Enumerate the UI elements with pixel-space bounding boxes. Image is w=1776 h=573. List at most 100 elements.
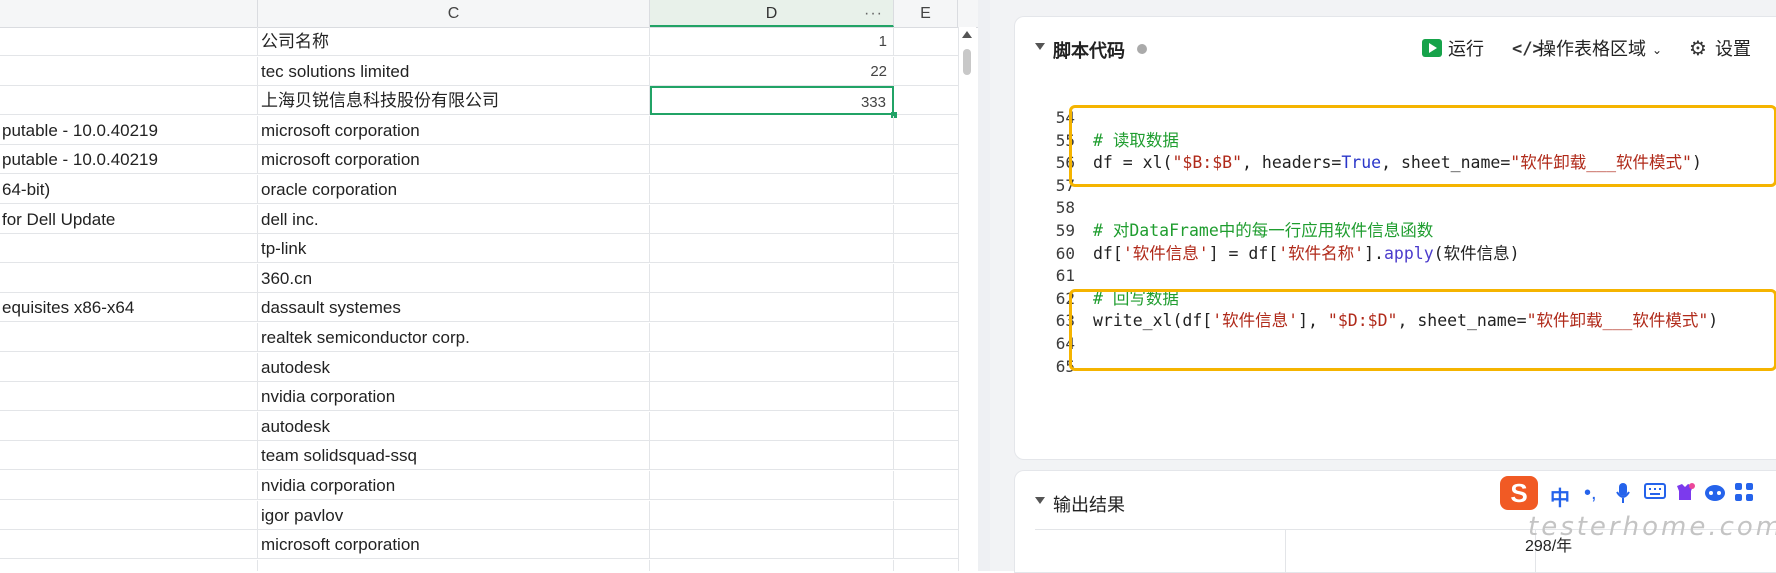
cell-b[interactable] (0, 234, 258, 264)
cell-b[interactable]: for Dell Update (0, 204, 258, 234)
cell-b[interactable]: 64-bit) (0, 175, 258, 204)
cell-d[interactable] (650, 471, 894, 500)
cell-b[interactable] (0, 382, 258, 412)
highlight-box-read (1069, 105, 1776, 187)
cell-b[interactable]: putable - 10.0.40219 (0, 115, 258, 145)
cell-c[interactable]: microsoft corporation (258, 115, 650, 145)
table-row: 64-bit) oracle corporation (0, 175, 975, 204)
cell-d[interactable] (650, 175, 894, 204)
cell-b[interactable] (0, 500, 258, 530)
column-header-b[interactable] (0, 0, 258, 27)
cell-d[interactable] (650, 234, 894, 264)
cell-b[interactable] (0, 56, 258, 86)
output-collapse-caret-icon[interactable] (1035, 497, 1045, 504)
play-icon (1422, 39, 1442, 57)
cell-d[interactable] (650, 145, 894, 175)
unsaved-dot-icon (1137, 44, 1147, 54)
cell-d[interactable] (650, 293, 894, 323)
line-number: 63 (1055, 311, 1075, 331)
output-price-text: 298/年 (1525, 538, 1573, 555)
line-number: 56 (1055, 153, 1075, 173)
robot-icon[interactable] (1704, 482, 1726, 508)
cell-c[interactable]: autodesk (258, 411, 650, 441)
panel-divider[interactable] (978, 0, 990, 571)
cell-c[interactable]: igor pavlov (258, 500, 650, 530)
ime-logo[interactable]: S (1500, 476, 1538, 510)
cell-b[interactable] (0, 323, 258, 352)
cell-d[interactable]: 22 (650, 56, 894, 86)
cell-c[interactable]: autodesk (258, 352, 650, 382)
cell-c[interactable]: dell inc. (258, 204, 650, 234)
ime-punct-toggle[interactable]: •, (1584, 482, 1597, 505)
cell-c[interactable] (258, 559, 650, 571)
column-header-e[interactable]: E (894, 0, 958, 27)
cell-b[interactable]: putable - 10.0.40219 (0, 145, 258, 175)
microphone-icon[interactable] (1616, 482, 1630, 510)
cell-d[interactable] (650, 352, 894, 382)
cell-c[interactable]: 360.cn (258, 263, 650, 293)
scroll-thumb[interactable] (963, 49, 971, 75)
cell-d[interactable] (650, 323, 894, 352)
code-token: (软件信息) (1433, 243, 1520, 263)
collapse-caret-icon[interactable] (1035, 43, 1045, 50)
cell-c[interactable]: team solidsquad-ssq (258, 441, 650, 471)
cell-d[interactable] (650, 559, 894, 571)
column-header-c[interactable]: C (258, 0, 650, 27)
cell-b[interactable] (0, 27, 258, 56)
cell-c[interactable]: 公司名称 (258, 27, 650, 56)
code-text: # 对DataFrame中的每一行应用软件信息函数 (1093, 218, 1433, 243)
skin-icon[interactable] (1674, 482, 1696, 508)
vertical-scrollbar[interactable] (958, 27, 976, 571)
cell-d[interactable] (650, 263, 894, 293)
table-row: autodesk (0, 411, 975, 441)
script-code-card: 脚本代码 运行 </> 操作表格区域 ⌄ ⚙ 设置 54 55 # 读取数据 56 df… (1014, 16, 1776, 460)
cell-c[interactable]: nvidia corporation (258, 382, 650, 412)
settings-button[interactable]: ⚙ 设置 (1689, 37, 1769, 61)
cell-d[interactable] (650, 115, 894, 145)
code-token: df[ (1093, 243, 1123, 263)
table-row: team solidsquad-ssq (0, 441, 975, 471)
ime-mode-toggle[interactable]: 中 (1550, 482, 1570, 511)
cell-b[interactable] (0, 441, 258, 471)
cell-b[interactable] (0, 559, 258, 571)
cell-c[interactable]: tp-link (258, 234, 650, 264)
cell-d[interactable] (650, 500, 894, 530)
cell-c[interactable]: nvidia corporation (258, 471, 650, 500)
cell-d[interactable] (650, 441, 894, 471)
grid-icon[interactable] (1734, 482, 1754, 508)
line-number: 65 (1055, 356, 1075, 376)
table-row: realtek semiconductor corp. (0, 323, 975, 352)
column-header-d[interactable]: D ··· (650, 0, 894, 27)
cell-c[interactable]: microsoft corporation (258, 530, 650, 560)
code-token: '软件名称' (1278, 243, 1365, 263)
table-row: tp-link (0, 234, 975, 264)
cell-d[interactable] (650, 411, 894, 441)
cell-c[interactable]: dassault systemes (258, 293, 650, 323)
table-row: putable - 10.0.40219 microsoft corporatio… (0, 145, 975, 175)
cell-c[interactable]: microsoft corporation (258, 145, 650, 175)
column-more-icon[interactable]: ··· (864, 0, 883, 27)
cell-b[interactable] (0, 263, 258, 293)
active-cell[interactable]: 333 (650, 86, 894, 116)
cell-d[interactable]: 1 (650, 27, 894, 56)
run-button[interactable]: 运行 (1422, 37, 1490, 61)
cell-c[interactable]: realtek semiconductor corp. (258, 323, 650, 352)
cell-c[interactable]: tec solutions limited (258, 56, 650, 86)
cell-b[interactable] (0, 86, 258, 116)
cell-d[interactable] (650, 204, 894, 234)
cell-b[interactable] (0, 471, 258, 500)
cell-b[interactable] (0, 530, 258, 560)
keyboard-icon[interactable] (1644, 482, 1666, 506)
scroll-up-icon[interactable] (962, 31, 972, 38)
cell-b[interactable] (0, 352, 258, 382)
output-title: 输出结果 (1053, 495, 1125, 515)
cell-b[interactable] (0, 411, 258, 441)
cell-b[interactable]: equisites x86-x64 (0, 293, 258, 323)
range-dropdown-button[interactable]: </> 操作表格区域 ⌄ (1512, 37, 1672, 61)
cell-d[interactable] (650, 382, 894, 412)
cell-c[interactable]: 上海贝锐信息科技股份有限公司 (258, 86, 650, 116)
table-row: equisites x86-x64 dassault systemes (0, 293, 975, 323)
cell-c[interactable]: oracle corporation (258, 175, 650, 204)
line-number: 58 (1055, 198, 1075, 218)
cell-d[interactable] (650, 530, 894, 560)
